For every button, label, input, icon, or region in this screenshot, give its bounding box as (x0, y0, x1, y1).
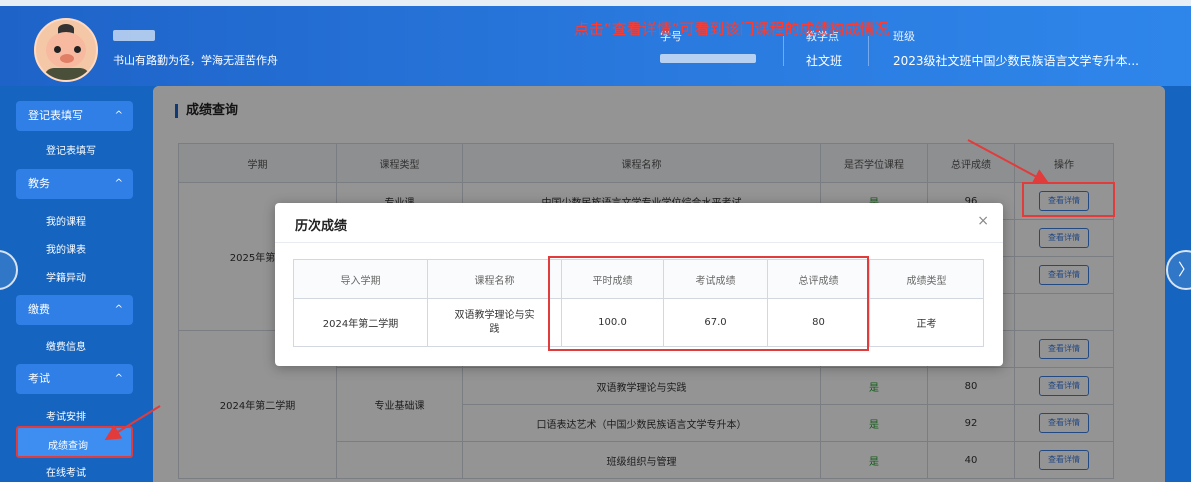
instruction-hint: 点击“查看详情”可看到该门课程的成绩构成情况 (574, 20, 890, 38)
sidebar-item-registration[interactable]: 登记表填写 (46, 142, 96, 157)
sidebar-item-status-change[interactable]: 学籍异动 (46, 269, 86, 284)
sidebar-item-exam-schedule[interactable]: 考试安排 (46, 408, 86, 423)
chevron-right-icon: 〉 (1178, 260, 1191, 279)
sidebar-group-registration[interactable]: 登记表填写 ^ (16, 101, 133, 131)
sidebar-group-payment[interactable]: 缴费 ^ (16, 295, 133, 325)
detail-button-highlight (1022, 182, 1115, 217)
avatar[interactable] (34, 18, 98, 82)
close-icon[interactable]: × (977, 213, 989, 229)
sidebar-group-exam[interactable]: 考试 ^ (16, 364, 133, 394)
sidebar-item-grade-query[interactable]: 成绩查询 (16, 426, 133, 458)
dialog-title: 历次成绩 (295, 219, 348, 234)
sidebar-item-my-schedule[interactable]: 我的课表 (46, 241, 86, 256)
sidebar-item-my-courses[interactable]: 我的课程 (46, 213, 86, 228)
nav-next-button[interactable]: 〉 (1166, 250, 1191, 290)
sidebar-item-online-exam[interactable]: 在线考试 (46, 464, 86, 479)
class-info: 班级 2023级社文班中国少数民族语言文学专升本... (893, 30, 1139, 68)
sidebar-item-payment-info[interactable]: 缴费信息 (46, 338, 86, 353)
score-breakdown-highlight (548, 256, 869, 351)
motto: 书山有路勤为径，学海无涯苦作舟 (113, 54, 278, 67)
user-name (113, 30, 155, 42)
sidebar-group-academic[interactable]: 教务 ^ (16, 169, 133, 199)
